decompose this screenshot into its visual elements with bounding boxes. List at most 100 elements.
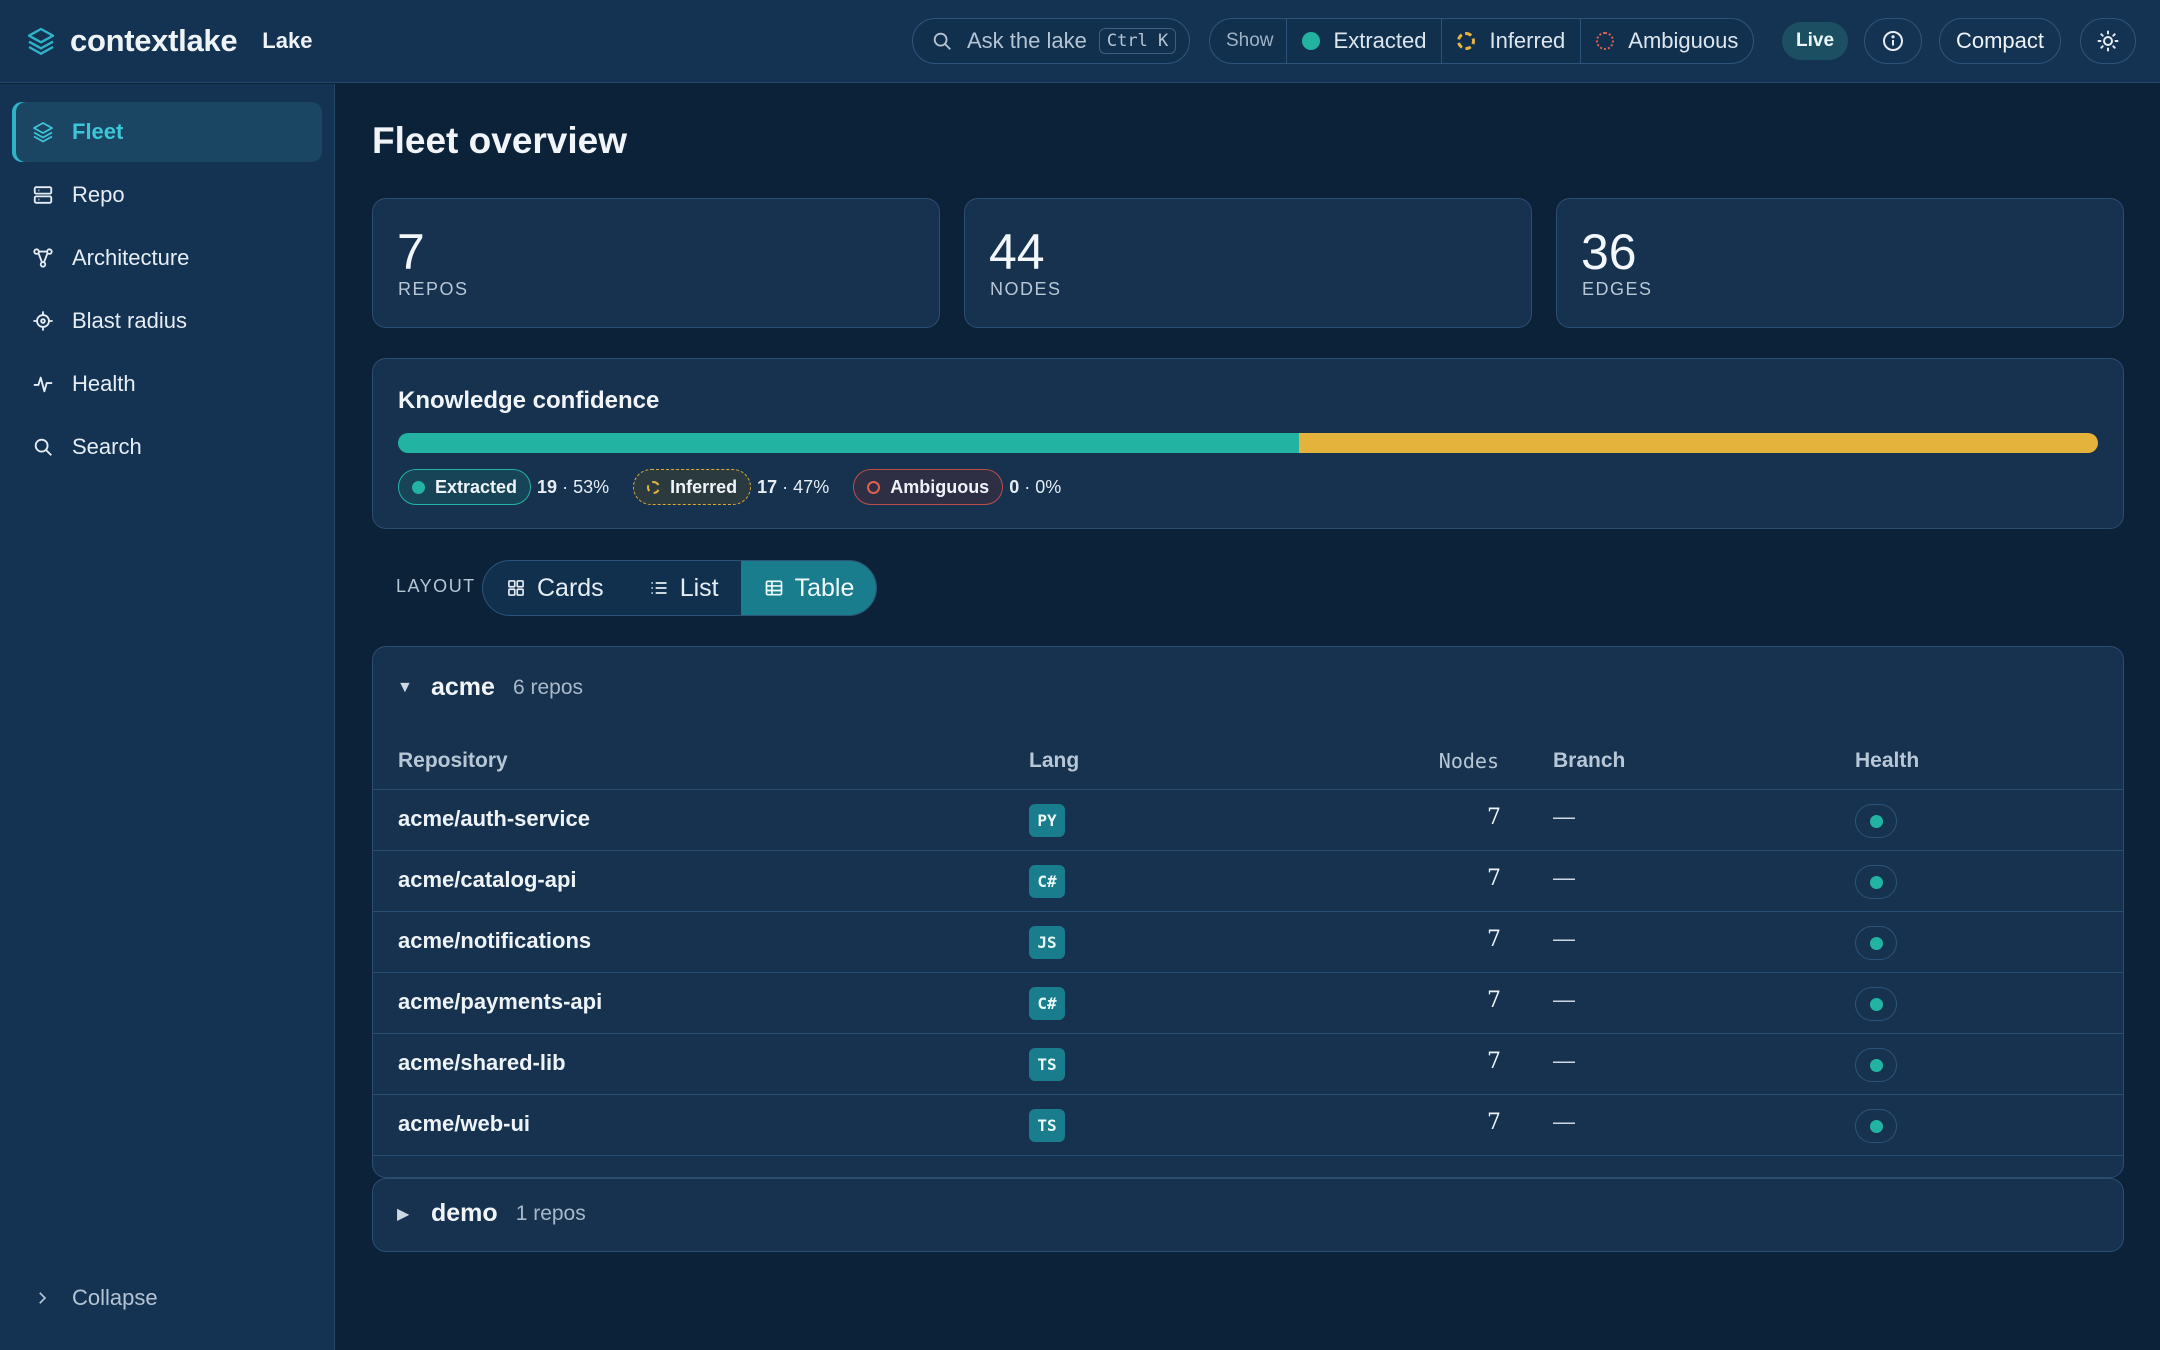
lang-badge: TS [1029,1109,1065,1142]
sidebar-item-label: Architecture [72,245,190,270]
health-dot-icon [1869,814,1883,828]
group-header[interactable]: ▼ acme 6 repos [397,673,583,702]
group-header[interactable]: ▶ demo 1 repos [397,1199,586,1228]
collapse-sidebar-button[interactable]: Collapse [30,1285,158,1311]
info-button[interactable] [1864,18,1922,64]
info-icon [1881,29,1905,53]
confidence-segment-extracted [398,433,1299,453]
stat-value: 36 [1581,224,1637,280]
sidebar-item-label: Search [72,434,142,459]
solid-dot-icon [412,480,425,494]
sidebar-item-search[interactable]: Search [12,417,322,477]
health-indicator[interactable] [1855,804,1897,838]
table-row[interactable]: acme/notifications JS 7 — [373,911,2123,972]
health-dot-icon [1869,997,1883,1011]
compact-button[interactable]: Compact [1939,18,2061,64]
list-icon [648,577,670,599]
confidence-segment-inferred [1299,433,2098,453]
page-title: Fleet overview [372,120,628,161]
knowledge-confidence-card: Knowledge confidence Extracted 19 · 53% … [372,358,2124,529]
repo-name[interactable]: acme/catalog-api [398,867,577,893]
column-header-lang[interactable]: Lang [1029,749,1079,773]
health-indicator[interactable] [1855,1109,1897,1143]
collapse-label: Collapse [72,1285,158,1310]
table-row[interactable]: acme/auth-service PY 7 — [373,789,2123,850]
sidebar-item-blast-radius[interactable]: Blast radius [12,291,322,351]
filter-ambiguous[interactable]: Ambiguous [1580,19,1753,63]
node-count: 7 [1487,1110,1501,1135]
stat-label: REPOS [398,279,469,299]
sidebar-item-label: Blast radius [72,308,187,333]
sidebar-item-label: Fleet [72,119,124,144]
target-icon [30,308,56,334]
repo-name[interactable]: acme/payments-api [398,989,602,1015]
health-dot-icon [1869,1058,1883,1072]
solid-dot-icon [1301,32,1320,50]
table-row[interactable]: acme/catalog-api C# 7 — [373,850,2123,911]
repo-name[interactable]: acme/shared-lib [398,1050,566,1076]
show-filter-group: Show Extracted Inferred Ambiguous [1209,18,1755,64]
confidence-title: Knowledge confidence [398,387,660,414]
layout-option-cards[interactable]: Cards [483,561,626,615]
lang-badge: PY [1029,804,1065,837]
theme-toggle-button[interactable] [2080,18,2136,64]
table-row[interactable]: acme/payments-api C# 7 — [373,972,2123,1033]
sidebar: Fleet Repo Architecture Blast radius Hea… [0,84,335,1350]
group-count: 1 repos [515,1201,586,1225]
show-label: Show [1226,30,1274,51]
column-header-repository[interactable]: Repository [398,749,508,773]
column-header-branch[interactable]: Branch [1553,749,1625,773]
health-indicator[interactable] [1855,1048,1897,1082]
grid-icon [505,577,527,599]
branch-value: — [1553,865,1575,890]
column-header-nodes[interactable]: Nodes [1439,749,1499,773]
node-count: 7 [1487,1049,1501,1074]
sidebar-item-repo[interactable]: Repo [12,165,322,225]
table-row-partial [373,1155,2123,1177]
node-count: 7 [1487,805,1501,830]
branch-value: — [1553,1048,1575,1073]
health-dot-icon [1869,875,1883,889]
repo-group-demo: ▶ demo 1 repos [372,1178,2124,1252]
sun-icon [2096,29,2120,53]
search-placeholder: Ask the lake [967,28,1087,53]
sidebar-item-fleet[interactable]: Fleet [12,102,322,162]
layout-option-list[interactable]: List [626,561,741,615]
search-icon [30,434,56,460]
table-row[interactable]: acme/web-ui TS 7 — [373,1094,2123,1155]
pulse-icon [30,371,56,397]
repo-name[interactable]: acme/notifications [398,928,591,954]
column-header-health[interactable]: Health [1855,749,1919,773]
ask-lake-search[interactable]: Ask the lake Ctrl K [912,18,1190,64]
layout-option-table[interactable]: Table [740,561,877,615]
brand[interactable]: contextlake Lake [24,23,312,59]
confidence-legend: Extracted 19 · 53% Inferred 17 · 47% Amb… [398,469,1085,505]
health-dot-icon [1869,936,1883,950]
chevron-right-icon [30,1286,54,1310]
filter-extracted[interactable]: Extracted [1285,19,1442,63]
filter-inferred[interactable]: Inferred [1441,19,1580,63]
lang-badge: C# [1029,987,1065,1020]
sidebar-item-health[interactable]: Health [12,354,322,414]
health-indicator[interactable] [1855,926,1897,960]
health-indicator[interactable] [1855,865,1897,899]
repo-name[interactable]: acme/auth-service [398,806,590,832]
legend-pill-ambiguous[interactable]: Ambiguous [853,469,1004,505]
group-name: acme [431,673,495,701]
live-toggle[interactable]: Live [1782,22,1849,60]
table-row[interactable]: acme/shared-lib TS 7 — [373,1033,2123,1094]
legend-pill-extracted[interactable]: Extracted [398,469,532,505]
branch-value: — [1553,804,1575,829]
health-indicator[interactable] [1855,987,1897,1021]
sidebar-item-architecture[interactable]: Architecture [12,228,322,288]
stat-value: 44 [989,224,1045,280]
layout-label: LAYOUT [396,576,476,596]
legend-pill-inferred[interactable]: Inferred [633,469,752,505]
top-bar: contextlake Lake Ask the lake Ctrl K Sho… [0,0,2160,83]
dotted-circle-icon [1596,32,1615,50]
stat-card-repos: 7 REPOS [372,198,940,328]
layout-switcher: Cards List Table [482,560,878,616]
stat-card-edges: 36 EDGES [1556,198,2124,328]
health-dot-icon [1869,1119,1883,1133]
repo-name[interactable]: acme/web-ui [398,1111,530,1137]
